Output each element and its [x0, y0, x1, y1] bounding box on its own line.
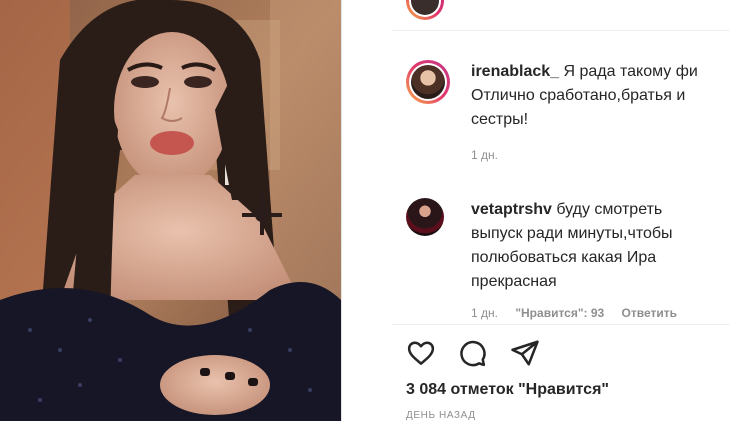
comment-body: буду смотреть [551, 201, 663, 218]
comment-body: Я рада такому фи [559, 63, 698, 80]
commenter-avatar[interactable] [406, 60, 450, 104]
comment-body-line2: Отлично сработано,братья и [471, 87, 686, 104]
post-photo[interactable] [0, 0, 341, 421]
post-photo-image [0, 0, 341, 421]
comment-body-line2: выпуск ради минуты,чтобы [471, 225, 673, 242]
comment-username[interactable]: vetaptrshv [471, 201, 552, 218]
paper-plane-icon[interactable] [510, 338, 540, 368]
reply-button[interactable]: Ответить [622, 306, 677, 320]
comment-username[interactable]: irenablack_ [471, 63, 559, 80]
comment-body-line3: сестры! [471, 111, 529, 128]
comment-meta: 1 дн. [471, 148, 512, 162]
comment-body-line3: полюбоваться какая Ира [471, 249, 657, 266]
comment-likes[interactable]: "Нравится": 93 [515, 306, 604, 320]
comment-text: vetaptrshv буду смотреть выпуск ради мин… [471, 198, 730, 294]
comment-text: irenablack_ Я рада такому фи Отлично сра… [471, 60, 730, 132]
comment-item: vetaptrshv буду смотреть выпуск ради мин… [406, 198, 730, 324]
commenter-avatar[interactable] [406, 198, 444, 236]
header-divider [392, 30, 730, 31]
comment-item: irenablack_ Я рада такому фи Отлично сра… [406, 60, 730, 170]
likes-count[interactable]: 3 084 отметок "Нравится" [406, 381, 609, 399]
comment-time[interactable]: 1 дн. [471, 148, 498, 162]
action-bar [406, 338, 726, 368]
heart-icon[interactable] [406, 338, 436, 368]
comment-meta: 1 дн. "Нравится": 93 Ответить [471, 306, 691, 320]
comment-time[interactable]: 1 дн. [471, 306, 498, 320]
comment-body-line4: прекрасная [471, 273, 557, 290]
comment-icon[interactable] [457, 338, 487, 368]
actions-divider [392, 324, 730, 325]
post-time-ago[interactable]: день назад [406, 410, 476, 421]
gutter [342, 0, 392, 421]
